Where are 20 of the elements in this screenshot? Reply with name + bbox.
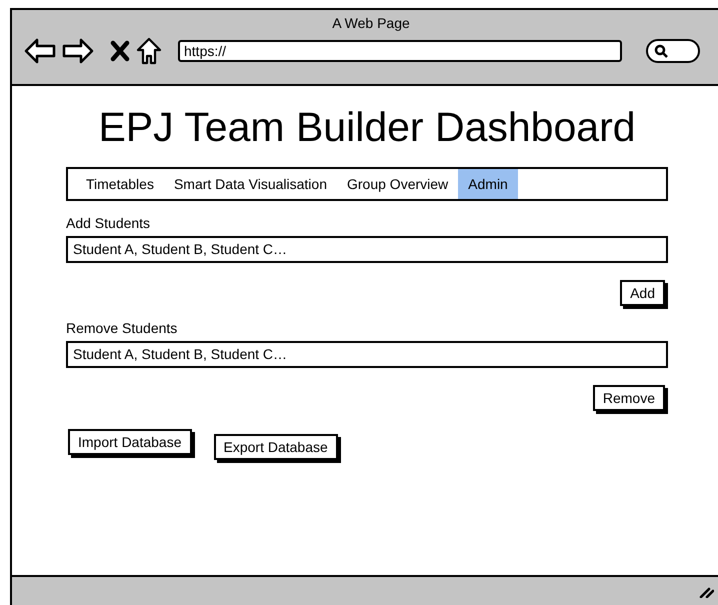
action-button[interactable]: Add: [620, 280, 665, 306]
action-button[interactable]: Remove: [592, 385, 665, 411]
nav-tab[interactable]: Admin: [458, 169, 518, 199]
nav-tab[interactable]: Smart Data Visualisation: [164, 169, 337, 199]
close-icon[interactable]: [110, 40, 130, 62]
nav-tab[interactable]: Group Overview: [337, 169, 458, 199]
home-icon[interactable]: [136, 37, 162, 65]
address-field[interactable]: https://: [178, 40, 622, 62]
window-title: A Web Page: [331, 15, 411, 31]
section-label: Add Students: [66, 215, 152, 231]
database-button[interactable]: Export Database: [214, 434, 338, 460]
input-field[interactable]: Student A, Student B, Student C…: [66, 341, 668, 368]
forward-arrow-icon[interactable]: [62, 38, 94, 64]
input-field[interactable]: Student A, Student B, Student C…: [66, 236, 668, 263]
nav-tab[interactable]: Timetables: [76, 169, 164, 199]
page-heading: EPJ Team Builder Dashboard: [97, 104, 637, 151]
search-field[interactable]: [646, 39, 700, 63]
section-label: Remove Students: [66, 320, 178, 336]
back-arrow-icon[interactable]: [24, 38, 56, 64]
search-icon: [654, 44, 668, 58]
